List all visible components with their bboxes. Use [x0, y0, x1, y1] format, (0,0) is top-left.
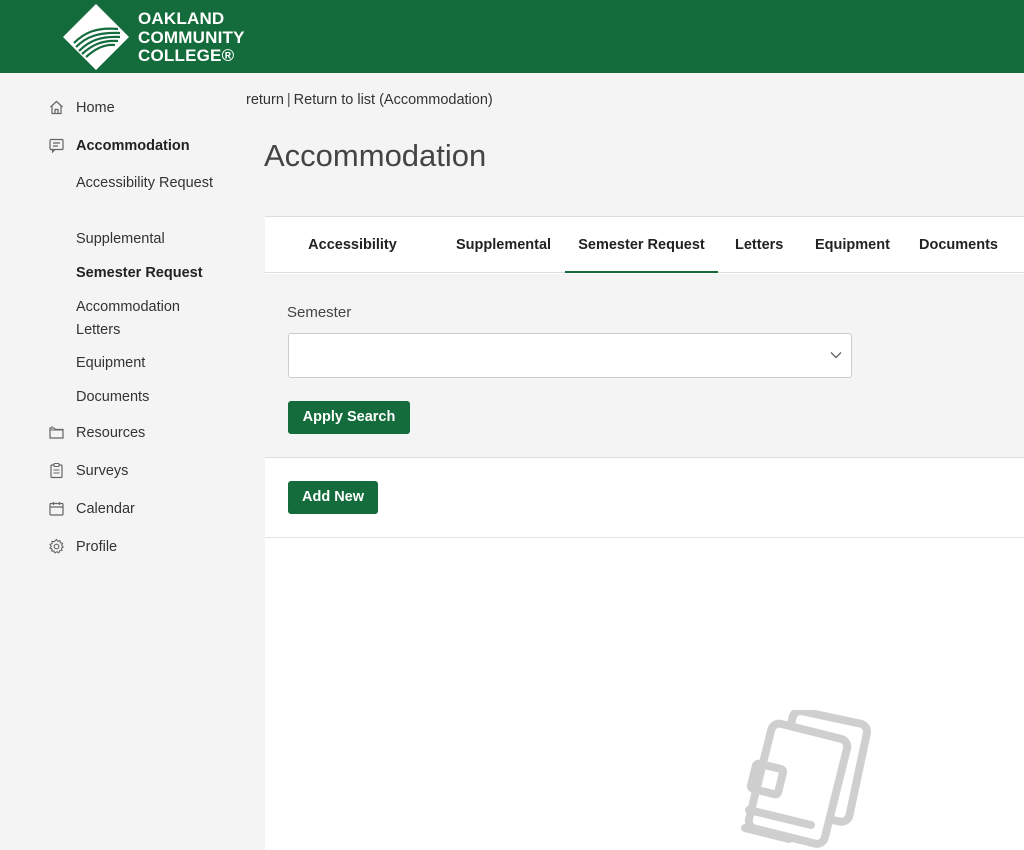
sidebar-item-resources[interactable]: Resources	[48, 424, 145, 441]
calendar-icon	[48, 500, 65, 517]
tab-bar: Accessibility Request Supplemental Semes…	[265, 217, 1024, 309]
breadcrumb: return | Return to list (Accommodation)	[246, 92, 493, 108]
sidebar-subitem-accessibility-request[interactable]: Accessibility Request	[76, 172, 226, 195]
sidebar-item-label: Profile	[76, 538, 118, 555]
tab-supplemental[interactable]: Supplemental	[456, 217, 551, 273]
sidebar-item-calendar[interactable]: Calendar	[48, 500, 135, 517]
sidebar-item-surveys[interactable]: Surveys	[48, 462, 128, 479]
logo-diamond-icon	[63, 4, 129, 70]
sidebar-subitem-equipment[interactable]: Equipment	[76, 352, 226, 375]
sidebar: Home Accommodation Accessibility Request…	[0, 73, 265, 850]
home-icon	[48, 99, 65, 116]
sidebar-item-label: Accommodation	[76, 137, 190, 154]
sidebar-subitem-supplemental[interactable]: Supplemental	[76, 228, 226, 251]
tab-documents[interactable]: Documents	[919, 217, 998, 273]
logo-line-1: OAKLAND	[138, 9, 225, 28]
page-title: Accommodation	[264, 138, 487, 173]
sidebar-subitem-documents[interactable]: Documents	[76, 386, 226, 409]
sidebar-item-profile[interactable]: Profile	[48, 538, 117, 555]
logo-line-3: COLLEGE®	[138, 46, 235, 65]
add-new-button[interactable]: Add New	[288, 481, 378, 514]
breadcrumb-separator: |	[286, 92, 291, 108]
sidebar-item-label: Resources	[76, 424, 146, 441]
clipboard-icon	[48, 462, 65, 479]
tab-semester-request[interactable]: Semester Request	[565, 217, 718, 273]
semester-label: Semester	[287, 304, 352, 321]
sidebar-subitem-accommodation-letters[interactable]: Accommodation Letters	[76, 296, 226, 342]
gear-icon	[48, 538, 65, 555]
sidebar-item-label: Home	[76, 99, 115, 116]
logo-line-2: COMMUNITY	[138, 27, 245, 47]
logo-text: OAKLAND COMMUNITY COLLEGE®	[138, 9, 245, 66]
documents-icon	[741, 710, 872, 848]
tab-accessibility-request[interactable]: Accessibility Request	[282, 217, 423, 309]
content-panel: Accessibility Request Supplemental Semes…	[265, 216, 1024, 850]
sidebar-item-label: Surveys	[76, 462, 129, 479]
sidebar-item-home[interactable]: Home	[48, 99, 115, 116]
sidebar-item-label: Calendar	[76, 500, 135, 517]
apply-search-button[interactable]: Apply Search	[288, 401, 410, 434]
message-icon	[48, 137, 65, 154]
college-logo[interactable]: OAKLAND COMMUNITY COLLEGE®	[62, 3, 262, 71]
folder-icon	[48, 424, 65, 441]
tab-letters[interactable]: Letters	[735, 217, 783, 273]
divider	[265, 537, 1024, 538]
return-to-list-link[interactable]: Return to list (Accommodation)	[294, 92, 493, 108]
sidebar-item-accommodation[interactable]: Accommodation	[48, 137, 190, 154]
top-header: OAKLAND COMMUNITY COLLEGE®	[0, 0, 1024, 73]
return-link[interactable]: return	[246, 92, 284, 108]
chevron-down-icon	[830, 352, 842, 359]
semester-select[interactable]	[288, 333, 852, 378]
tab-equipment[interactable]: Equipment	[815, 217, 890, 273]
sidebar-subitem-semester-request[interactable]: Semester Request	[76, 262, 226, 285]
search-area: Semester Apply Search	[265, 274, 1024, 458]
